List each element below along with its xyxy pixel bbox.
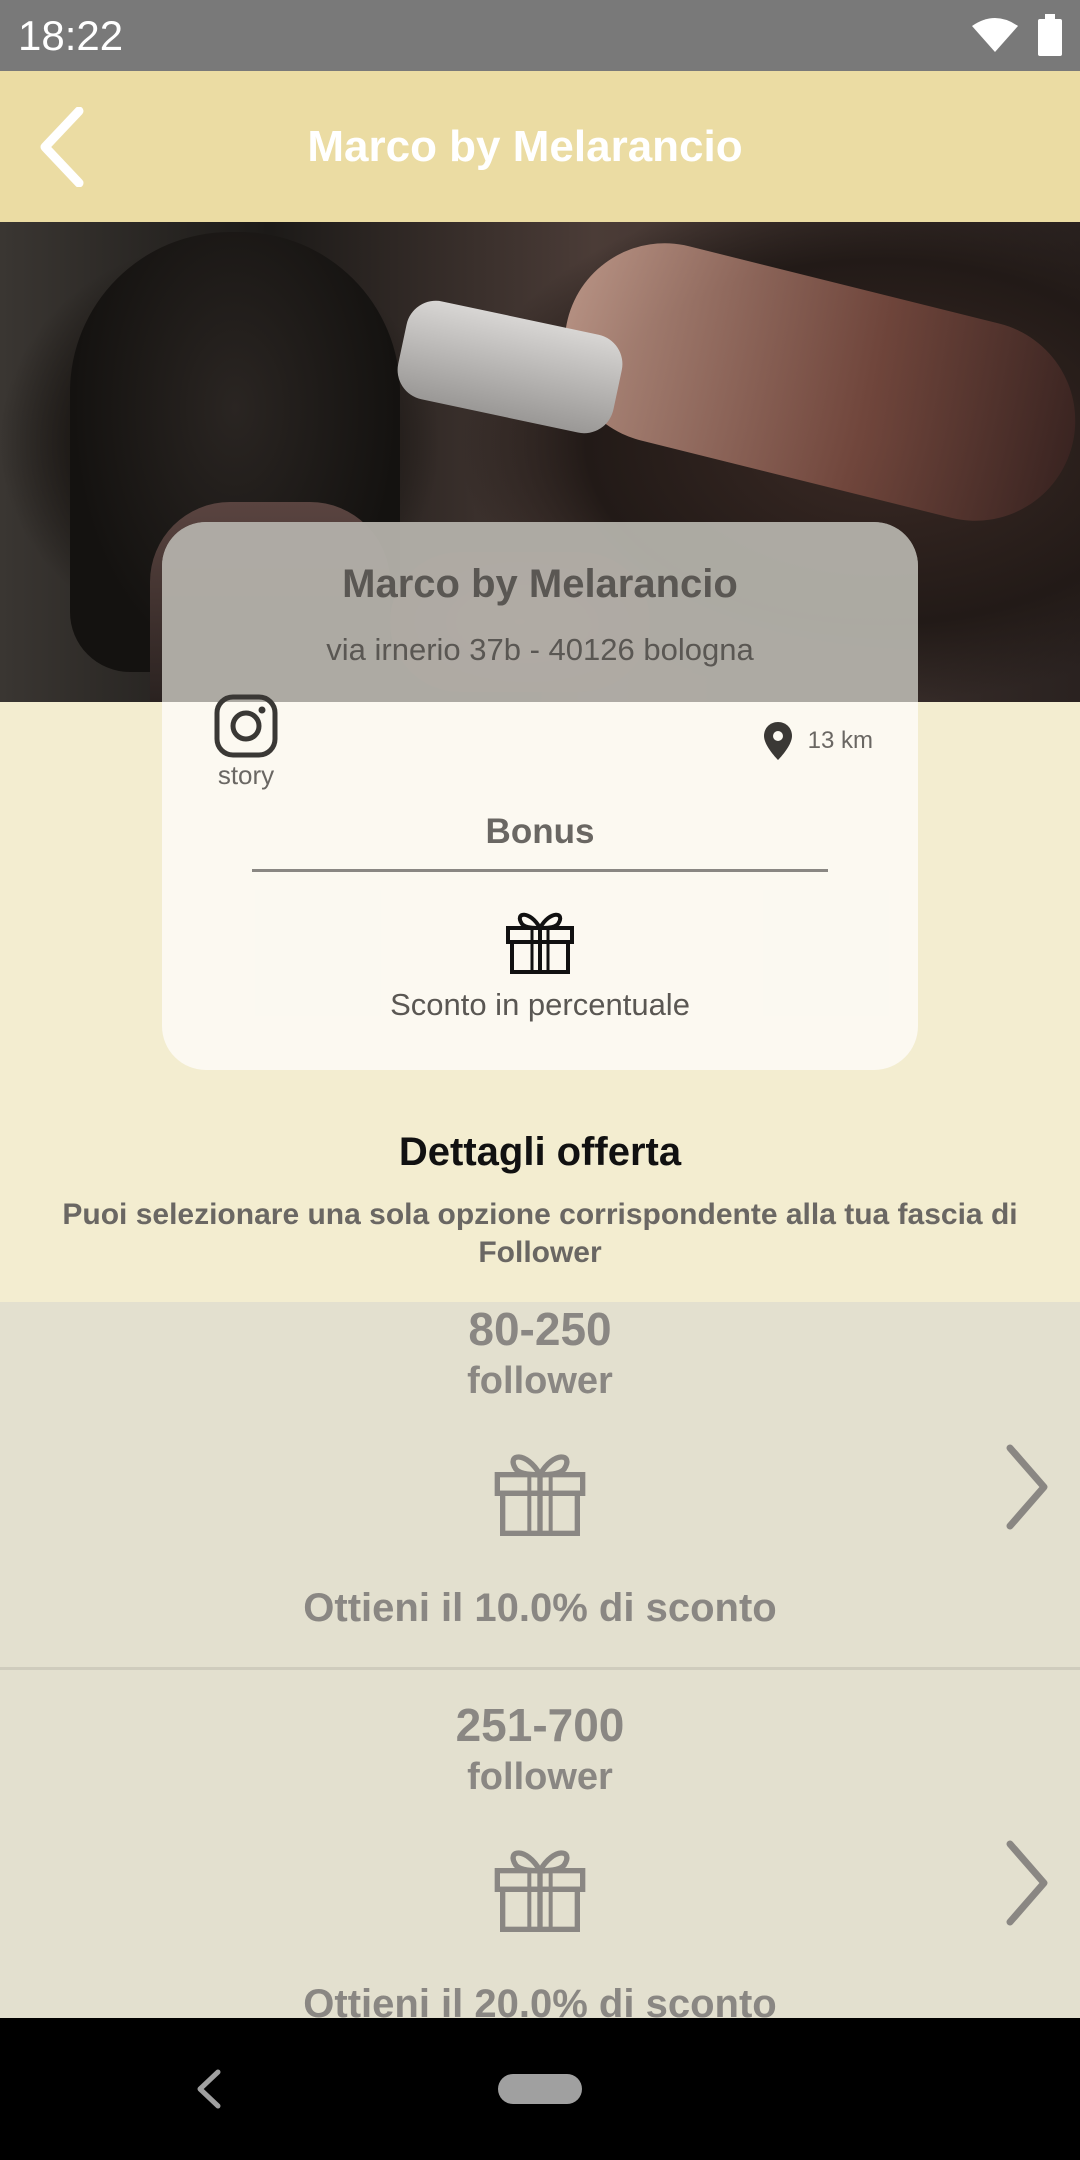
offer-range: 80-250 <box>468 1303 612 1355</box>
venue-name: Marco by Melarancio <box>342 562 738 606</box>
status-icons <box>972 14 1062 56</box>
offer-item[interactable]: 80-250 follower Ottieni il 10.0% di scon… <box>0 1302 1080 1697</box>
nav-back-icon[interactable] <box>190 2064 226 2114</box>
distance: 13 km <box>763 722 873 760</box>
chevron-right-icon <box>1006 1444 1048 1530</box>
page-title: Marco by Melarancio <box>307 122 743 171</box>
status-bar: 18:22 <box>0 0 1080 71</box>
wifi-icon <box>972 18 1018 52</box>
offer-list: 80-250 follower Ottieni il 10.0% di scon… <box>0 1302 1080 2018</box>
venue-card-header <box>162 522 918 702</box>
nav-home-button[interactable] <box>498 2074 582 2104</box>
details-subtitle: Puoi selezionare una sola opzione corris… <box>62 1198 1018 1269</box>
instagram-icon[interactable] <box>214 694 278 758</box>
chevron-right-icon <box>1006 1840 1048 1926</box>
distance-value: 13 km <box>807 727 873 754</box>
offer-description: Ottieni il 20.0% di sconto <box>303 1982 777 2018</box>
offer-range: 251-700 <box>455 1699 625 1751</box>
venue-card: Marco by Melarancio via irnerio 37b - 40… <box>162 522 918 1070</box>
status-time: 18:22 <box>18 12 124 59</box>
gift-icon <box>494 1454 586 1536</box>
details-title: Dettagli offerta <box>398 1130 682 1174</box>
system-nav-bar <box>0 2018 1080 2160</box>
bonus-divider <box>252 869 828 872</box>
offer-unit: follower <box>467 1756 613 1798</box>
app-bar: Marco by Melarancio <box>0 71 1080 222</box>
bonus-title: Bonus <box>485 812 595 851</box>
offer-item[interactable]: 251-700 follower Ottieni il 20.0% di sco… <box>0 1667 1080 2018</box>
offer-unit: follower <box>467 1360 613 1402</box>
venue-address: via irnerio 37b - 40126 bologna <box>326 632 754 667</box>
battery-icon <box>1038 14 1062 56</box>
bonus-type: Sconto in percentuale <box>390 987 690 1022</box>
offer-description: Ottieni il 10.0% di sconto <box>303 1586 777 1630</box>
location-pin-icon <box>763 722 792 760</box>
social-label: story <box>217 760 275 790</box>
gift-icon <box>506 912 574 974</box>
gift-icon <box>494 1850 586 1932</box>
